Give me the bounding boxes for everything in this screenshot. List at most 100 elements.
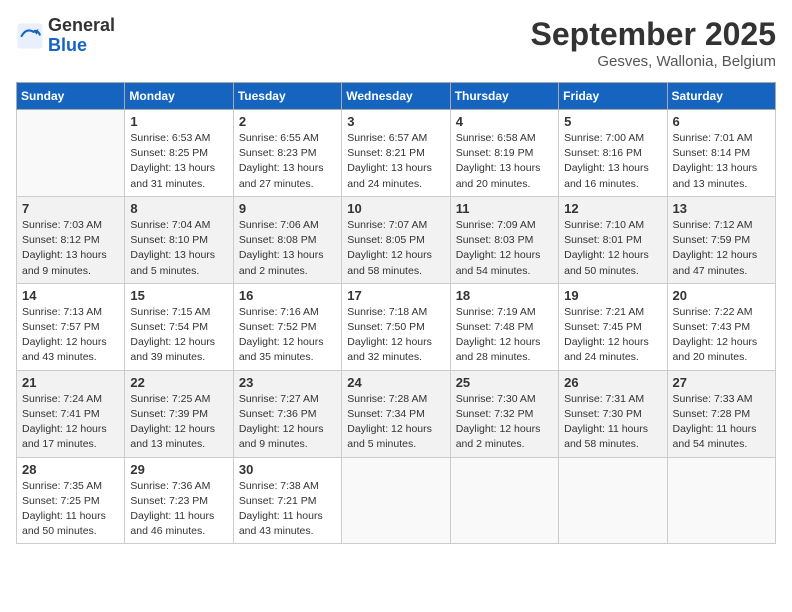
day-number: 30: [239, 462, 336, 477]
calendar-cell: 30 Sunrise: 7:38 AMSunset: 7:21 PMDayligh…: [233, 457, 341, 544]
day-number: 7: [22, 201, 119, 216]
day-info: Sunrise: 7:06 AMSunset: 8:08 PMDaylight:…: [239, 218, 336, 279]
day-info: Sunrise: 7:09 AMSunset: 8:03 PMDaylight:…: [456, 218, 553, 279]
day-info: Sunrise: 7:35 AMSunset: 7:25 PMDaylight:…: [22, 479, 119, 540]
calendar-cell: 24 Sunrise: 7:28 AMSunset: 7:34 PMDayligh…: [342, 370, 450, 457]
day-number: 3: [347, 114, 444, 129]
calendar-cell: 7 Sunrise: 7:03 AMSunset: 8:12 PMDaylight…: [17, 196, 125, 283]
calendar-cell: 16 Sunrise: 7:16 AMSunset: 7:52 PMDayligh…: [233, 283, 341, 370]
day-info: Sunrise: 7:18 AMSunset: 7:50 PMDaylight:…: [347, 305, 444, 366]
day-info: Sunrise: 7:21 AMSunset: 7:45 PMDaylight:…: [564, 305, 661, 366]
calendar-cell: 12 Sunrise: 7:10 AMSunset: 8:01 PMDayligh…: [559, 196, 667, 283]
week-row-4: 21 Sunrise: 7:24 AMSunset: 7:41 PMDayligh…: [17, 370, 776, 457]
calendar-cell: 18Sunrise: 7:19 AMSunset: 7:48 PMDayligh…: [450, 283, 558, 370]
calendar-cell: 23 Sunrise: 7:27 AMSunset: 7:36 PMDayligh…: [233, 370, 341, 457]
day-of-week-thursday: Thursday: [450, 83, 558, 110]
day-info: Sunrise: 7:22 AMSunset: 7:43 PMDaylight:…: [673, 305, 770, 366]
day-info: Sunrise: 7:03 AMSunset: 8:12 PMDaylight:…: [22, 218, 119, 279]
calendar-cell: 10 Sunrise: 7:07 AMSunset: 8:05 PMDayligh…: [342, 196, 450, 283]
week-row-3: 14 Sunrise: 7:13 AMSunset: 7:57 PMDayligh…: [17, 283, 776, 370]
day-info: Sunrise: 7:07 AMSunset: 8:05 PMDaylight:…: [347, 218, 444, 279]
calendar-cell: 25 Sunrise: 7:30 AMSunset: 7:32 PMDayligh…: [450, 370, 558, 457]
calendar-cell: 5 Sunrise: 7:00 AMSunset: 8:16 PMDaylight…: [559, 110, 667, 197]
day-info: Sunrise: 6:58 AMSunset: 8:19 PMDaylight:…: [456, 131, 553, 192]
calendar-cell: 1 Sunrise: 6:53 AMSunset: 8:25 PMDaylight…: [125, 110, 233, 197]
day-info: Sunrise: 7:38 AMSunset: 7:21 PMDaylight:…: [239, 479, 336, 540]
calendar-cell: 22 Sunrise: 7:25 AMSunset: 7:39 PMDayligh…: [125, 370, 233, 457]
day-number: 28: [22, 462, 119, 477]
day-number: 16: [239, 288, 336, 303]
calendar-body: 1 Sunrise: 6:53 AMSunset: 8:25 PMDaylight…: [17, 110, 776, 544]
week-row-5: 28 Sunrise: 7:35 AMSunset: 7:25 PMDayligh…: [17, 457, 776, 544]
day-number: 12: [564, 201, 661, 216]
calendar-cell: 15Sunrise: 7:15 AMSunset: 7:54 PMDayligh…: [125, 283, 233, 370]
day-info: Sunrise: 7:28 AMSunset: 7:34 PMDaylight:…: [347, 392, 444, 453]
day-info: Sunrise: 7:12 AMSunset: 7:59 PMDaylight:…: [673, 218, 770, 279]
calendar-cell: [667, 457, 775, 544]
day-number: 27: [673, 375, 770, 390]
day-info: Sunrise: 7:24 AMSunset: 7:41 PMDaylight:…: [22, 392, 119, 453]
day-number: 10: [347, 201, 444, 216]
day-number: 20: [673, 288, 770, 303]
day-info: Sunrise: 7:16 AMSunset: 7:52 PMDaylight:…: [239, 305, 336, 366]
day-number: 14: [22, 288, 119, 303]
month-title: September 2025: [531, 16, 776, 53]
calendar-cell: [559, 457, 667, 544]
week-row-2: 7 Sunrise: 7:03 AMSunset: 8:12 PMDaylight…: [17, 196, 776, 283]
day-info: Sunrise: 7:31 AMSunset: 7:30 PMDaylight:…: [564, 392, 661, 453]
day-number: 1: [130, 114, 227, 129]
calendar-cell: 13 Sunrise: 7:12 AMSunset: 7:59 PMDayligh…: [667, 196, 775, 283]
day-info: Sunrise: 7:19 AMSunset: 7:48 PMDaylight:…: [456, 305, 553, 366]
calendar-cell: 9 Sunrise: 7:06 AMSunset: 8:08 PMDaylight…: [233, 196, 341, 283]
day-info: Sunrise: 7:27 AMSunset: 7:36 PMDaylight:…: [239, 392, 336, 453]
day-of-week-friday: Friday: [559, 83, 667, 110]
calendar-cell: [450, 457, 558, 544]
logo-icon: [16, 22, 44, 50]
day-number: 24: [347, 375, 444, 390]
calendar-cell: 14 Sunrise: 7:13 AMSunset: 7:57 PMDayligh…: [17, 283, 125, 370]
calendar-cell: 26 Sunrise: 7:31 AMSunset: 7:30 PMDayligh…: [559, 370, 667, 457]
day-number: 23: [239, 375, 336, 390]
day-of-week-tuesday: Tuesday: [233, 83, 341, 110]
day-number: 9: [239, 201, 336, 216]
day-info: Sunrise: 7:33 AMSunset: 7:28 PMDaylight:…: [673, 392, 770, 453]
calendar-cell: 20 Sunrise: 7:22 AMSunset: 7:43 PMDayligh…: [667, 283, 775, 370]
page-header: General Blue September 2025 Gesves, Wall…: [16, 16, 776, 70]
day-number: 22: [130, 375, 227, 390]
day-info: Sunrise: 7:13 AMSunset: 7:57 PMDaylight:…: [22, 305, 119, 366]
logo-text: General Blue: [48, 16, 115, 56]
calendar-cell: 6 Sunrise: 7:01 AMSunset: 8:14 PMDaylight…: [667, 110, 775, 197]
day-number: 8: [130, 201, 227, 216]
day-number: 13: [673, 201, 770, 216]
title-block: September 2025 Gesves, Wallonia, Belgium: [531, 16, 776, 70]
day-info: Sunrise: 6:53 AMSunset: 8:25 PMDaylight:…: [130, 131, 227, 192]
calendar-cell: 3Sunrise: 6:57 AMSunset: 8:21 PMDaylight…: [342, 110, 450, 197]
calendar-cell: 11Sunrise: 7:09 AMSunset: 8:03 PMDayligh…: [450, 196, 558, 283]
calendar-cell: 2 Sunrise: 6:55 AMSunset: 8:23 PMDaylight…: [233, 110, 341, 197]
day-number: 26: [564, 375, 661, 390]
calendar-cell: 17Sunrise: 7:18 AMSunset: 7:50 PMDayligh…: [342, 283, 450, 370]
day-number: 25: [456, 375, 553, 390]
calendar-cell: 29Sunrise: 7:36 AMSunset: 7:23 PMDayligh…: [125, 457, 233, 544]
calendar-cell: 8 Sunrise: 7:04 AMSunset: 8:10 PMDaylight…: [125, 196, 233, 283]
day-info: Sunrise: 6:55 AMSunset: 8:23 PMDaylight:…: [239, 131, 336, 192]
days-of-week-row: SundayMondayTuesdayWednesdayThursdayFrid…: [17, 83, 776, 110]
day-number: 15: [130, 288, 227, 303]
day-number: 2: [239, 114, 336, 129]
calendar: SundayMondayTuesdayWednesdayThursdayFrid…: [16, 82, 776, 544]
day-number: 6: [673, 114, 770, 129]
day-info: Sunrise: 7:30 AMSunset: 7:32 PMDaylight:…: [456, 392, 553, 453]
day-info: Sunrise: 7:10 AMSunset: 8:01 PMDaylight:…: [564, 218, 661, 279]
day-of-week-saturday: Saturday: [667, 83, 775, 110]
calendar-cell: [342, 457, 450, 544]
day-info: Sunrise: 7:25 AMSunset: 7:39 PMDaylight:…: [130, 392, 227, 453]
day-number: 21: [22, 375, 119, 390]
day-info: Sunrise: 7:01 AMSunset: 8:14 PMDaylight:…: [673, 131, 770, 192]
day-number: 5: [564, 114, 661, 129]
calendar-cell: 28 Sunrise: 7:35 AMSunset: 7:25 PMDayligh…: [17, 457, 125, 544]
calendar-cell: [17, 110, 125, 197]
day-info: Sunrise: 7:04 AMSunset: 8:10 PMDaylight:…: [130, 218, 227, 279]
day-number: 4: [456, 114, 553, 129]
day-info: Sunrise: 7:36 AMSunset: 7:23 PMDaylight:…: [130, 479, 227, 540]
day-info: Sunrise: 7:00 AMSunset: 8:16 PMDaylight:…: [564, 131, 661, 192]
